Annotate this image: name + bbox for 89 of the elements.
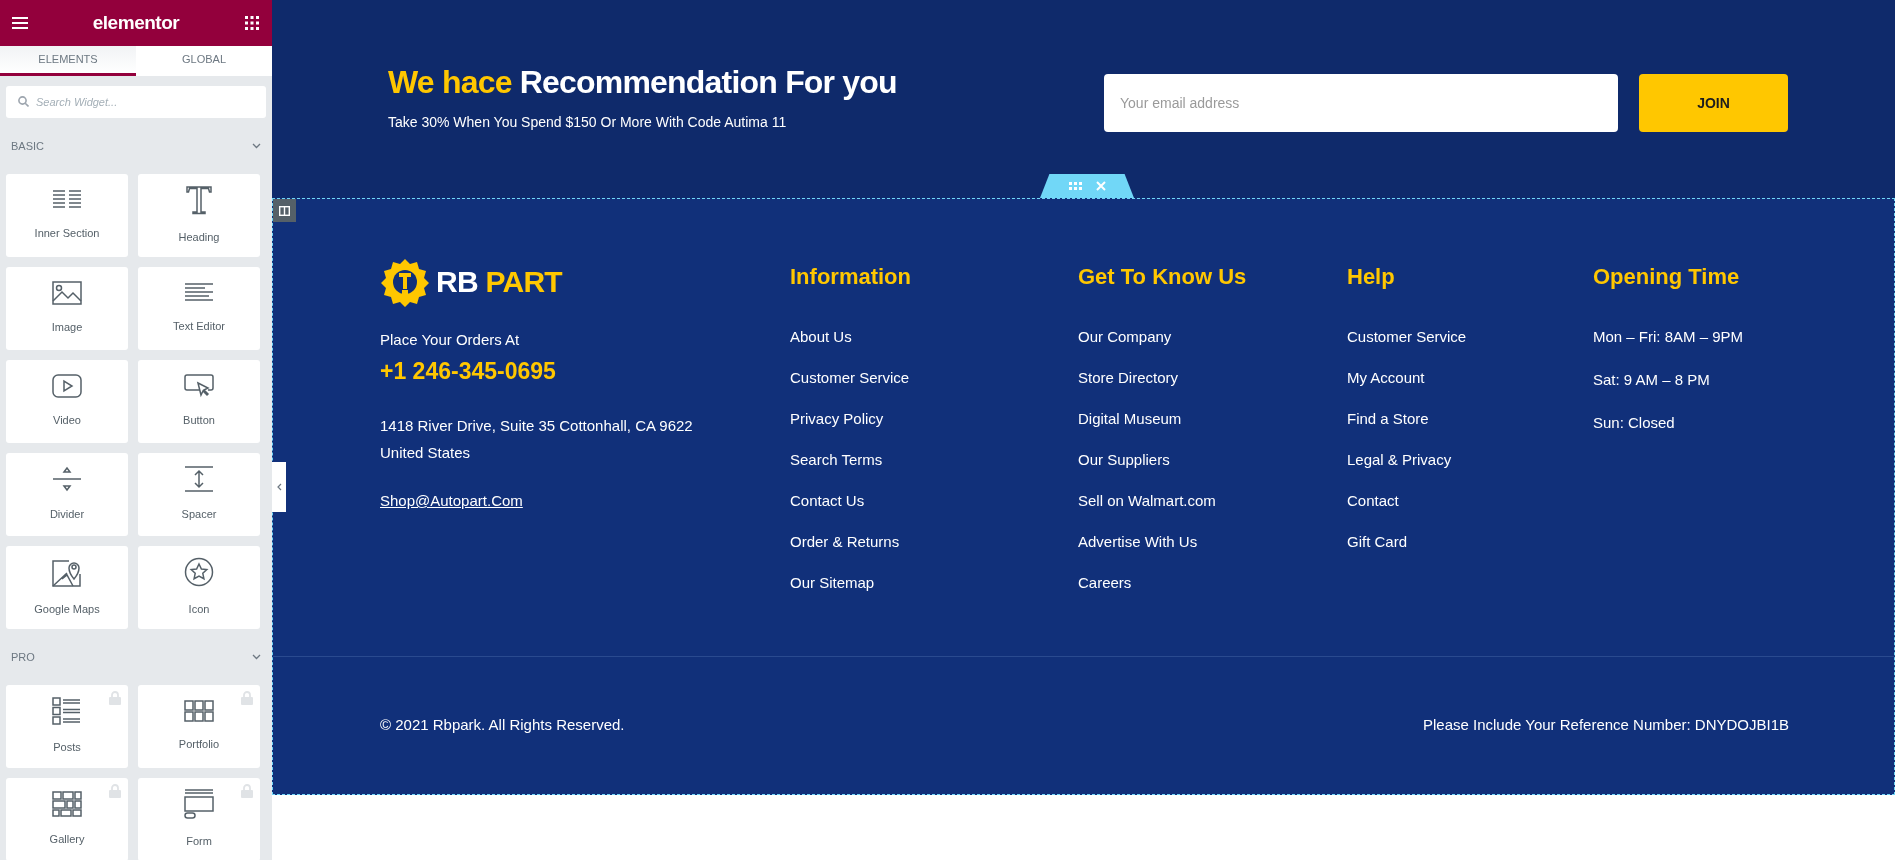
widget-card[interactable]: Video [6,360,128,443]
footer-link[interactable]: Our Sitemap [790,571,875,594]
category-header[interactable]: PRO [0,629,272,685]
footer-link[interactable]: About Us [790,325,852,348]
footer-column-title: Help [1347,263,1396,291]
widget-label: Image [51,320,83,336]
widget-label: Posts [53,740,81,756]
widget-label: Icon [188,602,210,618]
footer-link[interactable]: Our Suppliers [1078,448,1170,471]
footer-link[interactable]: Contact Us [790,489,865,512]
footer-link[interactable]: Careers [1078,571,1132,594]
chevron-left-icon [276,483,282,491]
cursor-icon [184,374,214,399]
search-field[interactable]: Search Widget... [6,86,266,118]
widget-label: Heading [178,230,220,246]
footer-link[interactable]: Find a Store [1347,407,1429,430]
footer-link[interactable]: Customer Service [790,366,910,389]
footer-link[interactable]: Customer Service [1347,325,1467,348]
widget-label: Button [183,413,215,429]
join-button[interactable]: JOIN [1639,74,1788,132]
footer-link[interactable]: My Account [1347,366,1425,389]
widget-label: Video [53,413,81,429]
email-field[interactable]: Your email address [1104,74,1618,132]
email-link[interactable]: Shop@Autopart.Com [380,490,523,513]
footer-link[interactable]: Gift Card [1347,530,1407,553]
category-header[interactable]: BASIC [0,118,272,174]
widget-card[interactable]: Heading [138,174,260,257]
footer-link[interactable]: Legal & Privacy [1347,448,1452,471]
widget-label: Gallery [49,832,85,848]
reference-text: Please Include Your Reference Number: DNYDOJBI1B [1422,715,1789,736]
letter-t-icon [185,185,213,216]
opening-hours: Sun: Closed [1593,413,1675,433]
footer-column-title: Opening Time [1593,263,1741,291]
widget-card[interactable]: Google Maps [6,546,128,629]
footer-link[interactable]: Digital Museum [1078,407,1182,430]
widget-card[interactable]: Text Editor [138,267,260,350]
logo-text: RB PART [436,267,562,297]
widget-card[interactable]: Spacer [138,453,260,536]
spacer-icon [184,466,214,493]
footer-column-title: Get To Know Us [1078,263,1248,291]
drag-dots-icon[interactable] [1068,182,1082,190]
newsletter-headline: We hace Recommendation For you [388,63,898,102]
widget-card[interactable]: Icon [138,546,260,629]
divider-icon [52,466,82,493]
widget-label: Spacer [181,507,217,523]
gallery-icon [52,791,82,818]
widget-label: Text Editor [173,319,225,335]
widget-card[interactable]: Button [138,360,260,443]
address-line: 1418 River Drive, Suite 35 Cottonhall, CA 9622 [380,416,694,436]
footer-link[interactable]: Contact [1347,489,1399,512]
footer-column-title: Information [790,263,912,291]
phone-link[interactable]: +1 246-345-0695 [380,353,790,388]
opening-hours: Mon – Fri: 8AM – 9PM [1593,327,1744,347]
footer-link[interactable]: Order & Returns [790,530,900,553]
widget-card[interactable]: Form [138,778,260,860]
widget-label: Divider [49,507,85,523]
footer-link[interactable]: Privacy Policy [790,407,884,430]
widget-card[interactable]: Inner Section [6,174,128,257]
category-title: PRO [11,649,35,665]
play-icon [52,374,82,399]
column-edit-icon[interactable] [273,199,296,222]
widget-card[interactable]: Gallery [6,778,128,860]
widget-card[interactable]: Portfolio [138,685,260,768]
panel-title: elementor [92,10,180,35]
grid-icon [184,700,214,723]
widget-label: Google Maps [34,602,100,618]
map-pin-icon [52,557,82,588]
list-icon [52,697,82,726]
panel-tab[interactable]: ELEMENTS [0,46,136,76]
footer-link[interactable]: Store Directory [1078,366,1179,389]
contact-label: Place Your Orders At [380,330,521,350]
widget-card[interactable]: Image [6,267,128,350]
widget-card[interactable]: Posts [6,685,128,768]
newsletter-subtitle: Take 30% When You Spend $150 Or More With Code Autima 11 [388,113,788,132]
widget-label: Form [186,834,212,850]
opening-hours: Sat: 9 AM – 8 PM [1593,370,1710,390]
image-icon [52,281,82,306]
widget-label: Inner Section [34,226,100,242]
footer-link[interactable]: Sell on Walmart.com [1078,489,1216,512]
gear-piston-icon [380,257,430,307]
footer-link[interactable]: Our Company [1078,325,1172,348]
widget-label: Portfolio [178,737,220,753]
footer-link[interactable]: Search Terms [790,448,883,471]
footer-link[interactable]: Advertise With Us [1078,530,1198,553]
category-title: BASIC [11,138,44,154]
copyright-text: © 2021 Rbpark. All Rights Reserved. [380,715,625,736]
widget-card[interactable]: Divider [6,453,128,536]
form-icon [184,789,214,820]
address-line: United States [380,443,472,463]
